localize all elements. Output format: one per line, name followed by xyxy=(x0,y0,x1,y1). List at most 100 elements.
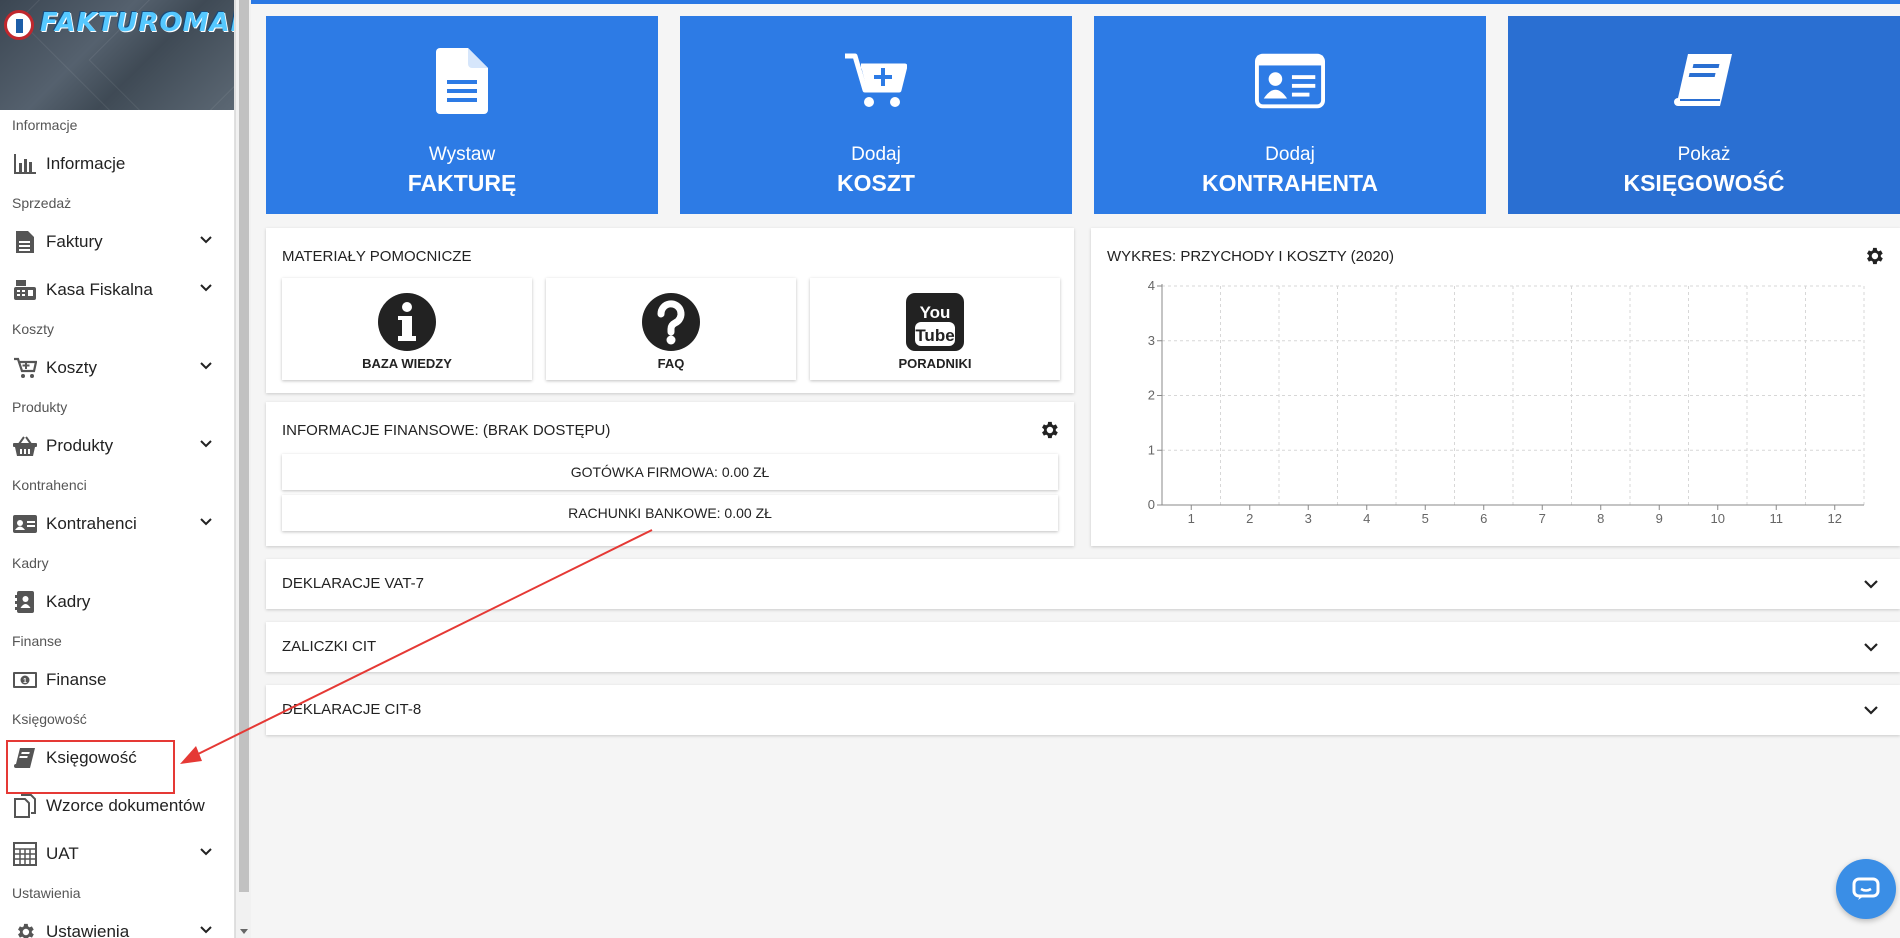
accordion-title: DEKLARACJE VAT-7 xyxy=(282,575,424,592)
sidebar-nav: Informacje Informacje Sprzedaż Faktury Kasa … xyxy=(0,110,234,938)
chevron-down-icon[interactable] xyxy=(1862,575,1880,593)
sidebar-scrollbar[interactable] xyxy=(235,0,251,938)
accordion-title: ZALICZKI CIT xyxy=(282,638,377,655)
chart-x-tick-label: 10 xyxy=(1711,511,1725,526)
chevron-down-icon[interactable] xyxy=(198,922,214,938)
sidebar-item-label: Wzorce dokumentów xyxy=(46,796,205,815)
accordion-cit-advances[interactable]: ZALICZKI CIT xyxy=(266,622,1900,672)
chart-x-tick-label: 2 xyxy=(1246,511,1253,526)
chevron-down-icon[interactable] xyxy=(198,844,214,865)
cog-icon xyxy=(12,919,38,938)
sidebar-item-label: Faktury xyxy=(46,232,103,251)
scrollbar-thumb[interactable] xyxy=(239,0,249,892)
tile-line1: Dodaj xyxy=(1265,144,1315,165)
book-icon xyxy=(1669,46,1739,116)
svg-text:You: You xyxy=(920,303,951,322)
accordion-vat7[interactable]: DEKLARACJE VAT-7 xyxy=(266,559,1900,609)
sidebar-item-label: Kasa Fiskalna xyxy=(46,280,153,299)
sidebar-section-label: Kadry xyxy=(12,555,49,571)
chart-x-tick-label: 1 xyxy=(1188,511,1195,526)
chat-icon xyxy=(1852,877,1880,900)
help-tutorials[interactable]: You Tube PORADNIKI xyxy=(810,278,1060,380)
chevron-down-icon[interactable] xyxy=(198,358,214,379)
chart-y-tick-label: 3 xyxy=(1148,333,1155,348)
top-accent-bar xyxy=(251,0,1900,4)
chart-x-tick-label: 9 xyxy=(1656,511,1663,526)
annotation-highlight-box xyxy=(6,740,175,794)
tile-show-accounting[interactable]: Pokaż KSIĘGOWOŚĆ xyxy=(1508,16,1900,214)
accordion-cit8[interactable]: DEKLARACJE CIT-8 xyxy=(266,685,1900,735)
chevron-down-icon[interactable] xyxy=(198,436,214,457)
logo-text: FAKTUROMANIA xyxy=(40,8,234,38)
sidebar-section-label: Koszty xyxy=(12,321,55,337)
sidebar-item-kontrahenci[interactable]: Kontrahenci xyxy=(0,500,234,548)
finance-bank-row: RACHUNKI BANKOWE: 0.00 ZŁ xyxy=(282,495,1058,531)
document-icon xyxy=(12,229,38,255)
sidebar-item-label: Koszty xyxy=(46,358,98,377)
chart-card: WYKRES: PRZYCHODY I KOSZTY (2020) 012341… xyxy=(1091,228,1900,546)
finance-title: INFORMACJE FINANSOWE: (BRAK DOSTĘPU) xyxy=(282,422,611,439)
chart-x-tick-label: 5 xyxy=(1422,511,1429,526)
basket-icon xyxy=(12,433,38,459)
help-faq[interactable]: FAQ xyxy=(546,278,796,380)
tile-line2: KOSZT xyxy=(837,170,915,196)
chevron-down-icon[interactable] xyxy=(198,514,214,535)
chart-y-tick-label: 1 xyxy=(1148,442,1155,457)
cash-register-icon xyxy=(12,277,38,303)
sidebar-item-faktury[interactable]: Faktury xyxy=(0,218,234,266)
finance-cash-row: GOTÓWKA FIRMOWA: 0.00 ZŁ xyxy=(282,454,1058,490)
tile-add-cost[interactable]: Dodaj KOSZT xyxy=(680,16,1072,214)
sidebar-item-label: Produkty xyxy=(46,436,114,455)
help-label: BAZA WIEDZY xyxy=(362,356,452,371)
chart-x-tick-label: 6 xyxy=(1480,511,1487,526)
chart-x-tick-label: 8 xyxy=(1597,511,1604,526)
sidebar-section-label: Informacje xyxy=(12,117,78,133)
calculator-icon xyxy=(12,841,38,867)
svg-text:1: 1 xyxy=(23,678,27,685)
sidebar-item-produkty[interactable]: Produkty xyxy=(0,422,234,470)
tile-line2: FAKTURĘ xyxy=(407,170,517,196)
chart-y-tick-label: 0 xyxy=(1148,497,1155,512)
sidebar-item-label: UAT xyxy=(46,844,79,863)
chevron-down-icon[interactable] xyxy=(1862,638,1880,656)
sidebar-item-finanse[interactable]: 1 Finanse xyxy=(0,656,234,704)
copy-icon xyxy=(12,793,38,819)
tile-add-contractor[interactable]: Dodaj KONTRAHENTA xyxy=(1094,16,1486,214)
scroll-down-arrow-icon[interactable] xyxy=(240,929,248,934)
id-card-icon xyxy=(12,511,38,537)
sidebar-item-label: Finanse xyxy=(46,670,107,689)
chart-y-tick-label: 2 xyxy=(1148,388,1155,403)
tile-line1: Pokaż xyxy=(1677,144,1731,165)
logo-icon xyxy=(4,10,34,40)
chart-x-tick-label: 4 xyxy=(1363,511,1370,526)
sidebar-item-label: Kontrahenci xyxy=(46,514,137,533)
info-icon xyxy=(378,293,436,351)
svg-text:Tube: Tube xyxy=(915,326,954,345)
chart-x-tick-label: 3 xyxy=(1305,511,1312,526)
sidebar-item-kadry[interactable]: Kadry xyxy=(0,578,234,626)
sidebar-item-label: Ustawienia xyxy=(46,922,130,938)
chart-x-tick-label: 7 xyxy=(1539,511,1546,526)
tile-line1: Wystaw xyxy=(428,144,496,165)
sidebar-item-kasa-fiskalna[interactable]: Kasa Fiskalna xyxy=(0,266,234,314)
sidebar-item-uat[interactable]: UAT xyxy=(0,830,234,878)
sidebar-section-label: Kontrahenci xyxy=(12,477,87,493)
sidebar-item-koszty[interactable]: Koszty xyxy=(0,344,234,392)
sidebar-item-informacje[interactable]: Informacje xyxy=(0,140,234,188)
chat-launcher-button[interactable] xyxy=(1836,859,1896,919)
sidebar-item-ustawienia[interactable]: Ustawienia xyxy=(0,908,234,938)
chevron-down-icon[interactable] xyxy=(198,232,214,253)
tile-issue-invoice[interactable]: Wystaw FAKTURĘ xyxy=(266,16,658,214)
logo-banner[interactable]: FAKTUROMANIA xyxy=(0,0,234,110)
youtube-icon: You Tube xyxy=(906,293,964,351)
address-book-icon xyxy=(12,589,38,615)
chevron-down-icon[interactable] xyxy=(198,280,214,301)
help-knowledge-base[interactable]: BAZA WIEDZY xyxy=(282,278,532,380)
chevron-down-icon[interactable] xyxy=(1862,701,1880,719)
sidebar-section-label: Finanse xyxy=(12,633,62,649)
sidebar-section-label: Księgowość xyxy=(12,711,87,727)
gear-icon[interactable] xyxy=(1038,419,1060,441)
sidebar-item-label: Informacje xyxy=(46,154,126,173)
help-label: FAQ xyxy=(657,356,685,371)
help-label: PORADNIKI xyxy=(898,356,972,371)
